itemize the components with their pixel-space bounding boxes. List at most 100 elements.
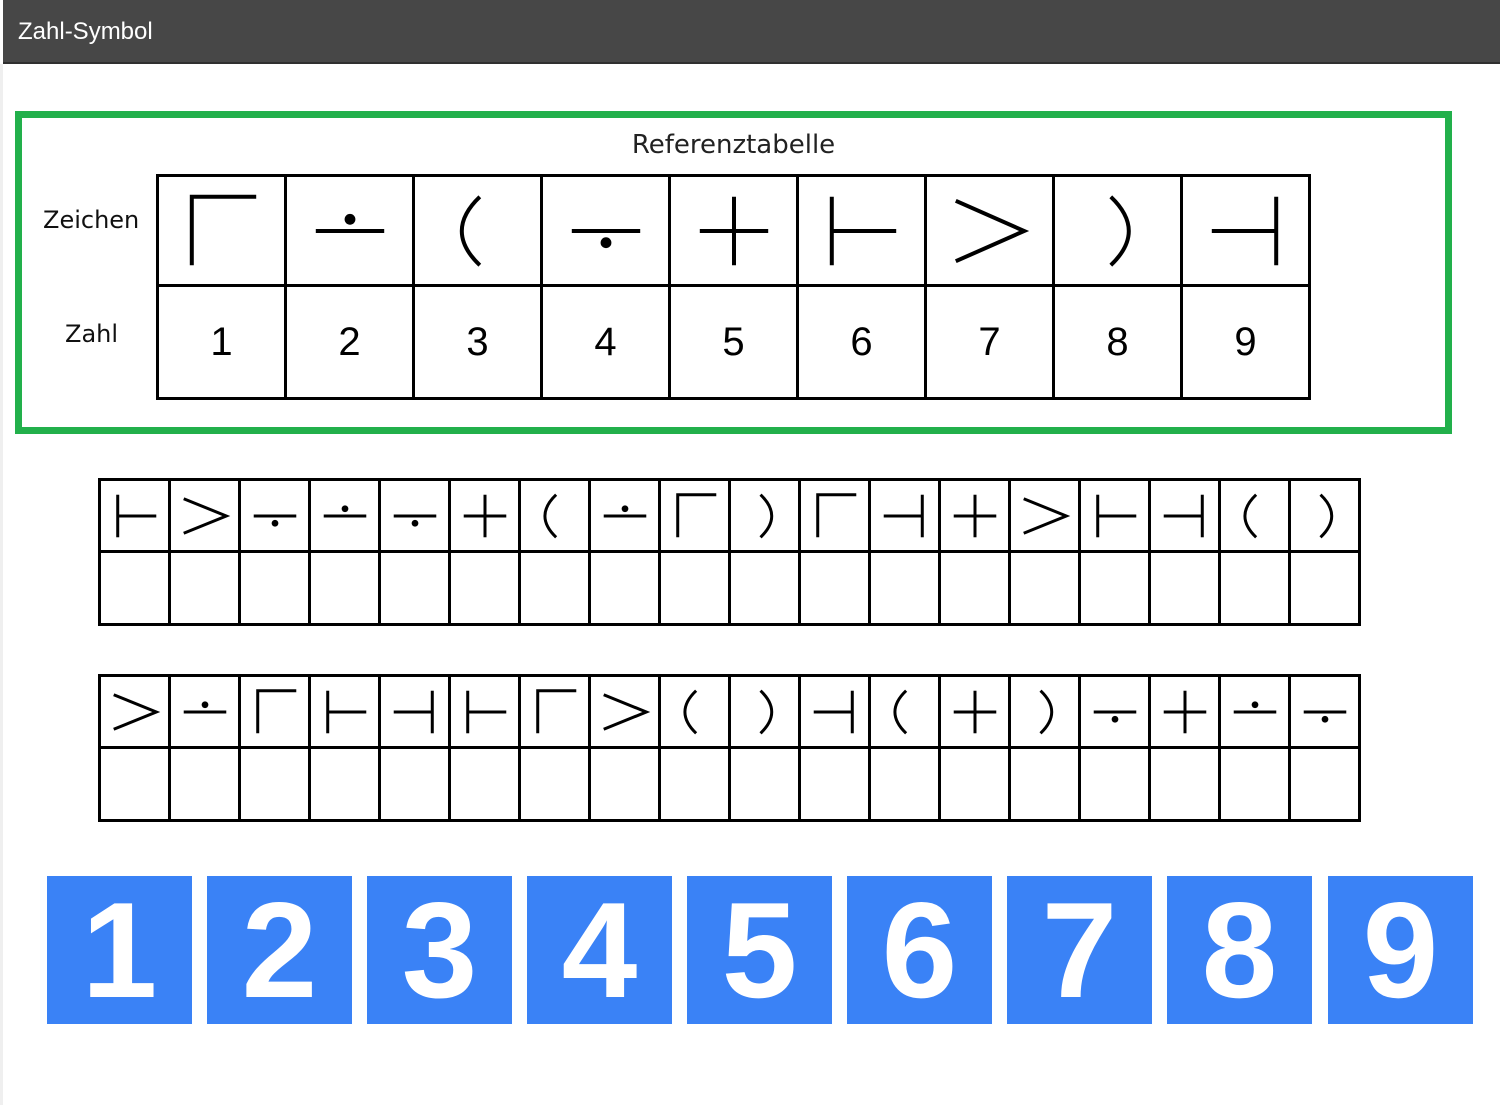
key-8-button[interactable]: 8 — [1167, 876, 1312, 1024]
answer-cell[interactable] — [1008, 550, 1081, 626]
number-keypad: 123456789 — [47, 876, 1473, 1024]
reference-number-cell: 7 — [924, 284, 1055, 400]
open-paren-icon — [1221, 488, 1288, 544]
answer-cell[interactable] — [588, 550, 661, 626]
answer-cell[interactable] — [868, 746, 941, 822]
answer-cell[interactable] — [448, 550, 521, 626]
answer-cell[interactable] — [98, 550, 171, 626]
task-symbol-cell — [1218, 674, 1291, 749]
answer-cell[interactable] — [98, 746, 171, 822]
answer-cell[interactable] — [1148, 550, 1221, 626]
task-symbol-cell — [1148, 674, 1221, 749]
reference-number-cell: 5 — [668, 284, 799, 400]
reference-symbol-cell — [796, 174, 927, 287]
dot-below-line-icon — [1291, 684, 1358, 740]
greater-than-icon — [171, 488, 238, 544]
answer-cell[interactable] — [448, 746, 521, 822]
key-5-button[interactable]: 5 — [687, 876, 832, 1024]
reference-symbol-cell — [412, 174, 543, 287]
reference-number-cell: 9 — [1180, 284, 1311, 400]
answer-cell[interactable] — [238, 746, 311, 822]
reference-number-cell: 8 — [1052, 284, 1183, 400]
answer-cell[interactable] — [798, 746, 871, 822]
answer-cell[interactable] — [728, 550, 801, 626]
answer-cell[interactable] — [518, 746, 591, 822]
answer-cell[interactable] — [1078, 550, 1151, 626]
answer-cell[interactable] — [1078, 746, 1151, 822]
task-symbol-cell — [518, 674, 591, 749]
plus-icon — [1151, 684, 1218, 740]
tee-left-icon — [871, 488, 938, 544]
dot-above-line-icon — [1221, 684, 1288, 740]
answer-cell[interactable] — [238, 550, 311, 626]
close-paren-icon — [1055, 186, 1180, 276]
task-symbol-cell — [728, 674, 801, 749]
answer-cell[interactable] — [168, 550, 241, 626]
answer-cell[interactable] — [1288, 550, 1361, 626]
dot-above-line-icon — [287, 186, 412, 276]
answer-cell[interactable] — [1008, 746, 1081, 822]
answer-cell[interactable] — [728, 746, 801, 822]
task-row-2 — [98, 674, 1361, 822]
corner-top-left-icon — [241, 684, 308, 740]
answer-cell[interactable] — [588, 746, 661, 822]
answer-cell[interactable] — [308, 746, 381, 822]
key-1-button[interactable]: 1 — [47, 876, 192, 1024]
answer-cell[interactable] — [868, 550, 941, 626]
tee-right-icon — [799, 186, 924, 276]
reference-number-cell: 4 — [540, 284, 671, 400]
task-symbol-cell — [658, 674, 731, 749]
reference-symbol-cell — [284, 174, 415, 287]
reference-symbol-cell — [1180, 174, 1311, 287]
task-symbol-cell — [798, 478, 871, 553]
task-symbol-cell — [308, 478, 381, 553]
tee-left-icon — [381, 684, 448, 740]
answer-cell[interactable] — [938, 746, 1011, 822]
key-2-button[interactable]: 2 — [207, 876, 352, 1024]
answer-cell[interactable] — [938, 550, 1011, 626]
task-symbol-cell — [518, 478, 591, 553]
tee-left-icon — [1151, 488, 1218, 544]
task-symbol-cell — [588, 478, 661, 553]
corner-top-left-icon — [521, 684, 588, 740]
task-symbol-cell — [1008, 478, 1081, 553]
task-symbol-cell — [588, 674, 661, 749]
answer-cell[interactable] — [1218, 746, 1291, 822]
answer-cell[interactable] — [1288, 746, 1361, 822]
task-symbol-cell — [98, 478, 171, 553]
key-6-button[interactable]: 6 — [847, 876, 992, 1024]
dot-below-line-icon — [1081, 684, 1148, 740]
answer-cell[interactable] — [308, 550, 381, 626]
answer-cell[interactable] — [1148, 746, 1221, 822]
key-9-button[interactable]: 9 — [1328, 876, 1473, 1024]
answer-cell[interactable] — [658, 746, 731, 822]
answer-cell[interactable] — [798, 550, 871, 626]
tee-right-icon — [1081, 488, 1148, 544]
greater-than-icon — [1011, 488, 1078, 544]
task-row-1 — [98, 478, 1361, 626]
answer-cell[interactable] — [168, 746, 241, 822]
key-3-button[interactable]: 3 — [367, 876, 512, 1024]
answer-cell[interactable] — [378, 550, 451, 626]
answer-cell[interactable] — [518, 550, 591, 626]
dot-below-line-icon — [241, 488, 308, 544]
row-label-symbols: Zeichen — [43, 206, 140, 234]
tee-right-icon — [311, 684, 378, 740]
dot-below-line-icon — [543, 186, 668, 276]
task-symbol-cell — [308, 674, 381, 749]
task-symbol-cell — [798, 674, 871, 749]
answer-cell[interactable] — [378, 746, 451, 822]
task-symbol-cell — [168, 674, 241, 749]
reference-symbol-cell — [924, 174, 1055, 287]
key-7-button[interactable]: 7 — [1007, 876, 1152, 1024]
task-symbol-cell — [938, 478, 1011, 553]
answer-cell[interactable] — [658, 550, 731, 626]
reference-table-box: Referenztabelle Zeichen Zahl 123456789 — [15, 111, 1452, 434]
plus-icon — [671, 186, 796, 276]
answer-cell[interactable] — [1218, 550, 1291, 626]
dot-below-line-icon — [381, 488, 448, 544]
key-4-button[interactable]: 4 — [527, 876, 672, 1024]
corner-top-left-icon — [159, 186, 284, 276]
reference-number-cell: 2 — [284, 284, 415, 400]
task-symbol-cell — [868, 674, 941, 749]
